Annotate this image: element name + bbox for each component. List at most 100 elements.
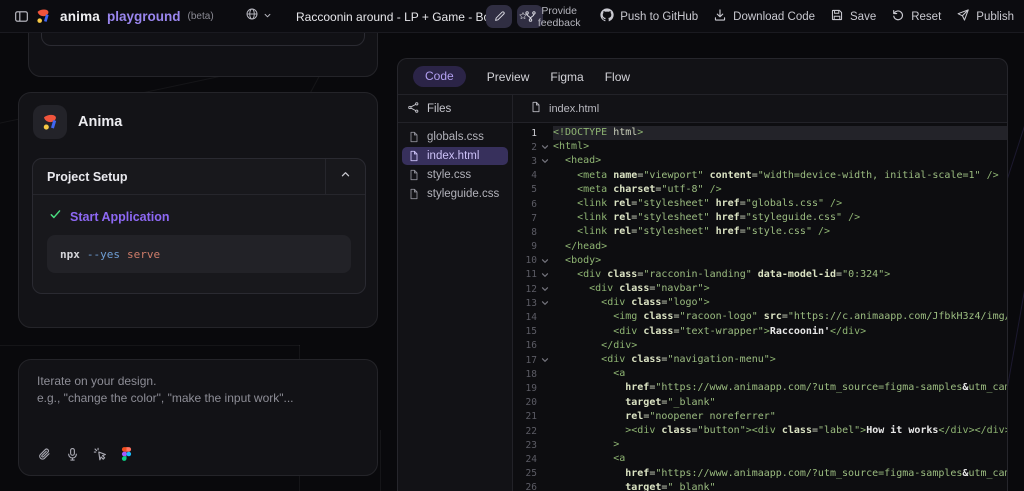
code-line-24[interactable]: 24 <a bbox=[513, 452, 1007, 466]
star-icon bbox=[518, 8, 528, 26]
files-header: Files bbox=[398, 95, 513, 122]
code-line-18[interactable]: 18 <a bbox=[513, 367, 1007, 381]
project-setup-title: Project Setup bbox=[33, 159, 325, 194]
code-line-23[interactable]: 23 > bbox=[513, 438, 1007, 452]
code-line-10[interactable]: 10 <body> bbox=[513, 254, 1007, 268]
code-line-15[interactable]: 15 <div class="text-wrapper">Raccoonin'<… bbox=[513, 325, 1007, 339]
code-line-21[interactable]: 21 rel="noopener noreferrer" bbox=[513, 410, 1007, 424]
cursor-select-icon[interactable] bbox=[93, 447, 108, 462]
line-number: 9 bbox=[513, 241, 537, 252]
code-line-20[interactable]: 20 target="_blank" bbox=[513, 396, 1007, 410]
brand: anima playground (beta) bbox=[34, 0, 214, 33]
language-dropdown[interactable] bbox=[245, 0, 273, 33]
file-item-index-html[interactable]: index.html bbox=[402, 147, 508, 165]
line-number: 14 bbox=[513, 312, 537, 323]
code-text: href="https://www.animaapp.com/?utm_sour… bbox=[553, 467, 1007, 481]
fold-chevron-icon[interactable] bbox=[537, 299, 553, 307]
code-line-7[interactable]: 7 <link rel="stylesheet" href="styleguid… bbox=[513, 211, 1007, 225]
code-text: </div> bbox=[553, 339, 1007, 353]
code-line-25[interactable]: 25 href="https://www.animaapp.com/?utm_s… bbox=[513, 467, 1007, 481]
fold-chevron-icon[interactable] bbox=[537, 157, 553, 165]
line-number: 19 bbox=[513, 383, 537, 394]
fold-chevron-icon[interactable] bbox=[537, 285, 553, 293]
reset-button[interactable]: Reset bbox=[891, 8, 941, 25]
code-text: <link rel="stylesheet" href="globals.css… bbox=[553, 197, 1007, 211]
collapse-button[interactable] bbox=[325, 159, 365, 194]
code-text: <meta charset="utf-8" /> bbox=[553, 183, 1007, 197]
code-line-3[interactable]: 3 <head> bbox=[513, 154, 1007, 168]
check-icon bbox=[49, 208, 62, 226]
code-line-14[interactable]: 14 <img class="racoon-logo" src="https:/… bbox=[513, 310, 1007, 324]
line-number: 4 bbox=[513, 170, 537, 181]
chat-input[interactable]: Iterate on your design. e.g., "change th… bbox=[18, 359, 378, 476]
code-line-17[interactable]: 17 <div class="navigation-menu"> bbox=[513, 353, 1007, 367]
reset-button-label: Reset bbox=[911, 11, 941, 23]
code-line-13[interactable]: 13 <div class="logo"> bbox=[513, 296, 1007, 310]
code-line-22[interactable]: 22 ><div class="button"><div class="labe… bbox=[513, 424, 1007, 438]
fold-chevron-icon[interactable] bbox=[537, 356, 553, 364]
code-text: <div class="navigation-menu"> bbox=[553, 353, 1007, 367]
publish-button[interactable]: Publish bbox=[956, 8, 1014, 25]
download-code-button[interactable]: Download Code bbox=[713, 8, 815, 25]
line-number: 7 bbox=[513, 213, 537, 224]
line-number: 18 bbox=[513, 369, 537, 380]
code-line-11[interactable]: 11 <div class="racconin-landing" data-mo… bbox=[513, 268, 1007, 282]
file-icon bbox=[530, 101, 542, 116]
paperclip-icon[interactable] bbox=[37, 447, 52, 462]
code-line-2[interactable]: 2<html> bbox=[513, 140, 1007, 154]
file-item-globals-css[interactable]: globals.css bbox=[402, 128, 508, 146]
chevron-up-icon bbox=[339, 168, 352, 186]
code-text: > bbox=[553, 438, 1007, 452]
code-text: <div class="logo"> bbox=[553, 296, 1007, 310]
code-line-26[interactable]: 26 target="_blank" bbox=[513, 481, 1007, 491]
code-line-8[interactable]: 8 <link rel="stylesheet" href="style.css… bbox=[513, 225, 1007, 239]
rename-project-button[interactable] bbox=[486, 5, 512, 28]
code-panel: Code Preview Figma Flow Files index.html gl… bbox=[397, 58, 1008, 491]
fold-chevron-icon[interactable] bbox=[537, 143, 553, 151]
sidebar-toggle-button[interactable] bbox=[14, 0, 29, 33]
tab-preview[interactable]: Preview bbox=[487, 70, 530, 84]
code-text: <!DOCTYPE html> bbox=[553, 126, 1007, 140]
code-line-6[interactable]: 6 <link rel="stylesheet" href="globals.c… bbox=[513, 197, 1007, 211]
background-line bbox=[0, 345, 300, 346]
editor-tab-index-html[interactable]: index.html bbox=[513, 95, 1007, 122]
line-number: 1 bbox=[513, 128, 537, 139]
mic-icon[interactable] bbox=[65, 447, 80, 462]
save-button-label: Save bbox=[850, 11, 876, 23]
anima-logo-icon bbox=[40, 112, 61, 133]
code-line-5[interactable]: 5 <meta charset="utf-8" /> bbox=[513, 183, 1007, 197]
fold-chevron-icon[interactable] bbox=[537, 257, 553, 265]
save-button[interactable]: Save bbox=[830, 8, 876, 25]
line-number: 22 bbox=[513, 426, 537, 437]
publish-icon bbox=[956, 8, 970, 25]
line-number: 8 bbox=[513, 227, 537, 238]
code-line-16[interactable]: 16 </div> bbox=[513, 339, 1007, 353]
chat-placeholder-line1: Iterate on your design. bbox=[37, 373, 294, 390]
tab-figma[interactable]: Figma bbox=[550, 70, 583, 84]
code-line-4[interactable]: 4 <meta name="viewport" content="width=d… bbox=[513, 169, 1007, 183]
provide-feedback-link[interactable]: Provide feedback bbox=[518, 5, 585, 29]
anima-plugin-card: Anima Project Setup Start Application np… bbox=[18, 92, 378, 328]
line-number: 10 bbox=[513, 255, 537, 266]
anima-logo bbox=[33, 105, 67, 139]
file-item-styleguide-css[interactable]: styleguide.css bbox=[402, 185, 508, 203]
push-to-github-button[interactable]: Push to GitHub bbox=[600, 8, 698, 25]
fold-chevron-icon[interactable] bbox=[537, 271, 553, 279]
terminal-command[interactable]: npx --yes serve bbox=[47, 235, 351, 273]
tab-code[interactable]: Code bbox=[413, 66, 466, 87]
tab-flow[interactable]: Flow bbox=[605, 70, 630, 84]
files-tree-icon bbox=[407, 101, 420, 117]
step-label: Start Application bbox=[70, 210, 170, 224]
code-editor[interactable]: 1 <!DOCTYPE html>2<html>3 <head>4 <meta n… bbox=[513, 123, 1007, 491]
line-number: 15 bbox=[513, 326, 537, 337]
setup-step: Start Application bbox=[49, 208, 351, 226]
files-header-label: Files bbox=[427, 103, 451, 115]
code-line-1[interactable]: 1 <!DOCTYPE html> bbox=[513, 126, 1007, 140]
figma-icon[interactable] bbox=[121, 446, 132, 462]
code-line-12[interactable]: 12 <div class="navbar"> bbox=[513, 282, 1007, 296]
code-line-19[interactable]: 19 href="https://www.animaapp.com/?utm_s… bbox=[513, 381, 1007, 395]
file-item-style-css[interactable]: style.css bbox=[402, 166, 508, 184]
chat-placeholder: Iterate on your design. e.g., "change th… bbox=[37, 373, 294, 407]
code-line-9[interactable]: 9 </head> bbox=[513, 240, 1007, 254]
code-text: target="_blank" bbox=[553, 396, 1007, 410]
